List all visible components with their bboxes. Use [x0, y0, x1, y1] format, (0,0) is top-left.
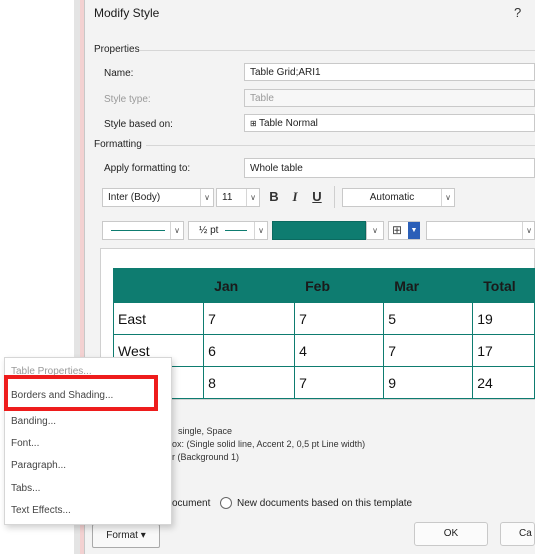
underline-button[interactable]: U [310, 189, 324, 204]
style-type-label: Style type: [104, 94, 151, 105]
style-based-label: Style based on: [104, 119, 173, 130]
border-type-dropdown[interactable]: ∨ [426, 221, 535, 240]
header-cell: Total [472, 268, 535, 303]
bold-button[interactable]: B [266, 189, 282, 204]
ok-button[interactable]: OK [414, 522, 488, 546]
style-description-line: single, Space [178, 426, 233, 436]
style-type-field: Table [244, 89, 535, 107]
shading-color-swatch[interactable] [272, 221, 366, 240]
table-cell: 9 [383, 366, 474, 399]
table-cell: 24 [472, 366, 535, 399]
table-cell: 7 [203, 302, 296, 335]
font-size-dropdown[interactable]: 11 ∨ [216, 188, 260, 207]
menu-item-paragraph[interactable]: Paragraph... [11, 460, 66, 471]
chevron-down-icon: ∨ [200, 189, 213, 206]
table-cell: 5 [383, 302, 474, 335]
font-color-value: Automatic [369, 192, 415, 203]
format-button[interactable]: Format ▾ [92, 524, 160, 548]
line-width-value: ½ pt [199, 225, 219, 236]
menu-item-text-effects[interactable]: Text Effects... [11, 505, 71, 516]
dialog-title: Modify Style [94, 6, 160, 20]
menu-item-font[interactable]: Font... [11, 438, 39, 449]
menu-item-tabs[interactable]: Tabs... [11, 483, 40, 494]
line-style-dropdown[interactable]: ∨ [102, 221, 184, 240]
header-cell: Mar [383, 268, 474, 303]
name-field[interactable]: Table Grid;ARI1 [244, 63, 535, 81]
table-cell: 7 [294, 366, 385, 399]
preview-table: Jan Feb Mar Total East 7 7 5 19 West 6 4… [112, 268, 535, 399]
table-row: 8 7 9 24 [112, 366, 535, 399]
table-cell: 19 [472, 302, 535, 335]
shading-color-dropdown[interactable]: ∨ [366, 221, 384, 240]
borders-button[interactable]: ⊞ ▼ [388, 221, 420, 240]
only-this-document-label[interactable]: ocument [172, 498, 210, 509]
annotation-highlight-box [4, 375, 158, 411]
apply-formatting-label: Apply formatting to: [104, 163, 191, 174]
table-style-icon: ⊞ [250, 119, 259, 128]
chevron-down-icon: ∨ [170, 222, 183, 239]
header-cell: Feb [294, 268, 385, 303]
italic-button[interactable]: I [288, 189, 302, 205]
new-documents-label[interactable]: New documents based on this template [237, 498, 412, 509]
formatting-divider [146, 145, 535, 146]
chevron-down-icon: ∨ [246, 189, 259, 206]
table-cell: 17 [472, 334, 535, 367]
table-cell: 8 [203, 366, 296, 399]
table-cell: 7 [294, 302, 385, 335]
font-size-value: 11 [222, 192, 233, 203]
help-button[interactable]: ? [514, 5, 521, 20]
table-cell: 4 [294, 334, 385, 367]
new-documents-radio[interactable] [220, 497, 232, 509]
chevron-down-icon: ∨ [441, 189, 454, 206]
style-description-line: r (Background 1) [172, 452, 240, 462]
table-cell: 6 [203, 334, 296, 367]
properties-group-label: Properties [94, 44, 140, 55]
chevron-down-icon: ∨ [522, 222, 535, 239]
table-row: West 6 4 7 17 [112, 334, 535, 367]
line-style-sample [111, 230, 165, 231]
formatting-group-label: Formatting [94, 139, 142, 150]
table-cell: 7 [383, 334, 474, 367]
font-color-dropdown[interactable]: Automatic ∨ [342, 188, 455, 207]
all-borders-icon: ⊞ [392, 223, 403, 237]
style-based-value: Table Normal [258, 118, 318, 129]
font-name-dropdown[interactable]: Inter (Body) ∨ [102, 188, 214, 207]
cancel-button[interactable]: Ca [500, 522, 535, 546]
line-width-dropdown[interactable]: ½ pt ∨ [188, 221, 268, 240]
header-cell: Jan [203, 268, 296, 303]
table-row: East 7 7 5 19 [112, 302, 535, 335]
table-cell: East [112, 302, 205, 335]
style-description-line: ox: (Single solid line, Accent 2, 0,5 pt… [172, 439, 366, 449]
line-width-sample [225, 230, 247, 231]
chevron-down-icon: ∨ [254, 222, 267, 239]
properties-divider [140, 50, 535, 51]
name-label: Name: [104, 68, 134, 79]
header-cell [112, 268, 205, 303]
menu-item-banding[interactable]: Banding... [11, 416, 56, 427]
table-header-row: Jan Feb Mar Total [112, 268, 535, 303]
chevron-down-icon: ∨ [372, 226, 378, 235]
font-name-value: Inter (Body) [108, 192, 161, 203]
toolbar-separator [334, 186, 335, 208]
apply-formatting-dropdown[interactable]: Whole table [244, 158, 535, 178]
caret-down-icon: ▼ [408, 222, 420, 239]
style-based-field[interactable]: ⊞ Table Normal [244, 114, 535, 132]
